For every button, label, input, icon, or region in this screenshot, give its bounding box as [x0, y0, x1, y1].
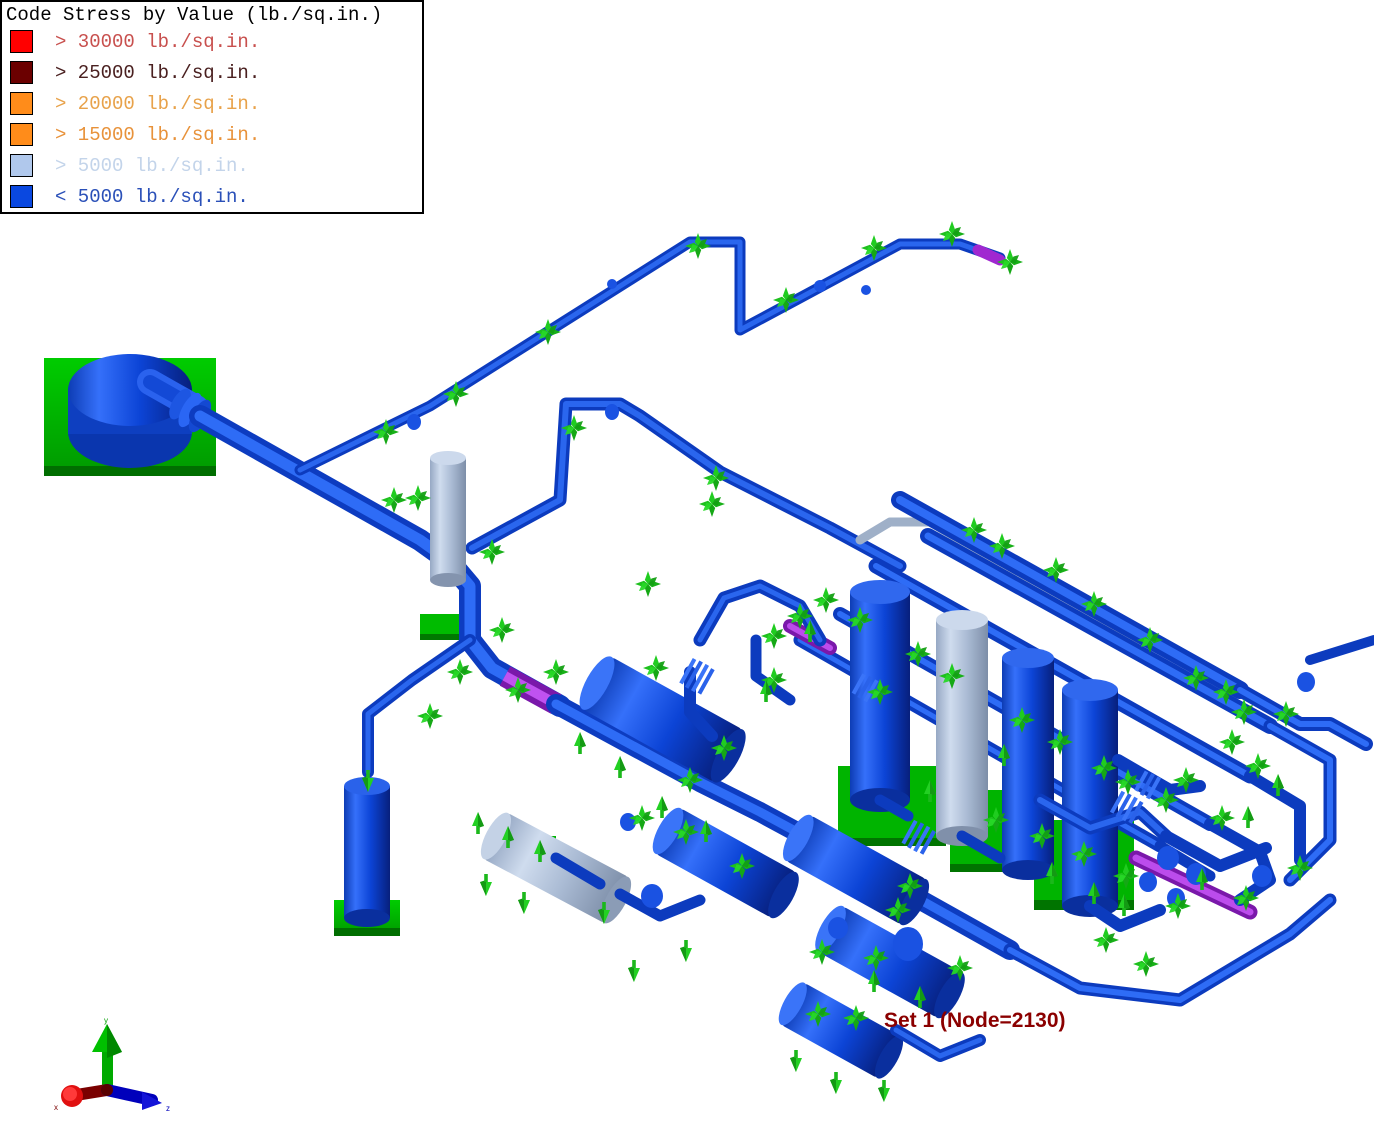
legend-color-swatch — [10, 154, 33, 177]
vertical-vessel-3[interactable] — [1002, 648, 1054, 880]
stress-plot-viewport[interactable]: x y z Set 1 (Node=2130) Code Stress by V… — [0, 0, 1374, 1121]
horizontal-drum-light[interactable] — [475, 808, 637, 927]
axis-label-y: y — [104, 1016, 108, 1025]
legend-rows: > 30000 lb./sq.in. > 25000 lb./sq.in. > 20… — [2, 26, 422, 212]
legend-row[interactable]: > 30000 lb./sq.in. — [2, 26, 422, 57]
legend-row[interactable]: > 20000 lb./sq.in. — [2, 88, 422, 119]
legend-label: > 20000 lb./sq.in. — [55, 93, 260, 115]
legend-row[interactable]: > 5000 lb./sq.in. — [2, 150, 422, 181]
legend-label: > 30000 lb./sq.in. — [55, 31, 260, 53]
node-annotation-label: Set 1 (Node=2130) — [884, 1009, 1066, 1033]
knockout-pot-branch[interactable] — [368, 640, 470, 772]
vertical-vessel-light[interactable] — [936, 610, 988, 846]
legend-color-swatch — [10, 123, 33, 146]
legend-label: > 25000 lb./sq.in. — [55, 62, 260, 84]
legend-label: < 5000 lb./sq.in. — [55, 186, 249, 208]
legend-color-swatch — [10, 61, 33, 84]
legend-row[interactable]: < 5000 lb./sq.in. — [2, 181, 422, 212]
axis-label-x: x — [54, 1103, 58, 1112]
axis-label-z: z — [166, 1104, 170, 1113]
legend-label: > 5000 lb./sq.in. — [55, 155, 249, 177]
legend-color-swatch — [10, 185, 33, 208]
legend-color-swatch — [10, 30, 33, 53]
axis-triad — [61, 1024, 162, 1110]
legend-row[interactable]: > 25000 lb./sq.in. — [2, 57, 422, 88]
vertical-vessel-4[interactable] — [1062, 679, 1118, 917]
legend-row[interactable]: > 15000 lb./sq.in. — [2, 119, 422, 150]
legend-label: > 15000 lb./sq.in. — [55, 124, 260, 146]
legend-color-swatch — [10, 92, 33, 115]
vertical-vessel-2[interactable] — [430, 451, 466, 587]
stress-legend-panel[interactable]: Code Stress by Value (lb./sq.in.) > 3000… — [0, 0, 424, 214]
legend-title: Code Stress by Value (lb./sq.in.) — [2, 2, 422, 26]
knockout-pot[interactable] — [344, 777, 390, 927]
